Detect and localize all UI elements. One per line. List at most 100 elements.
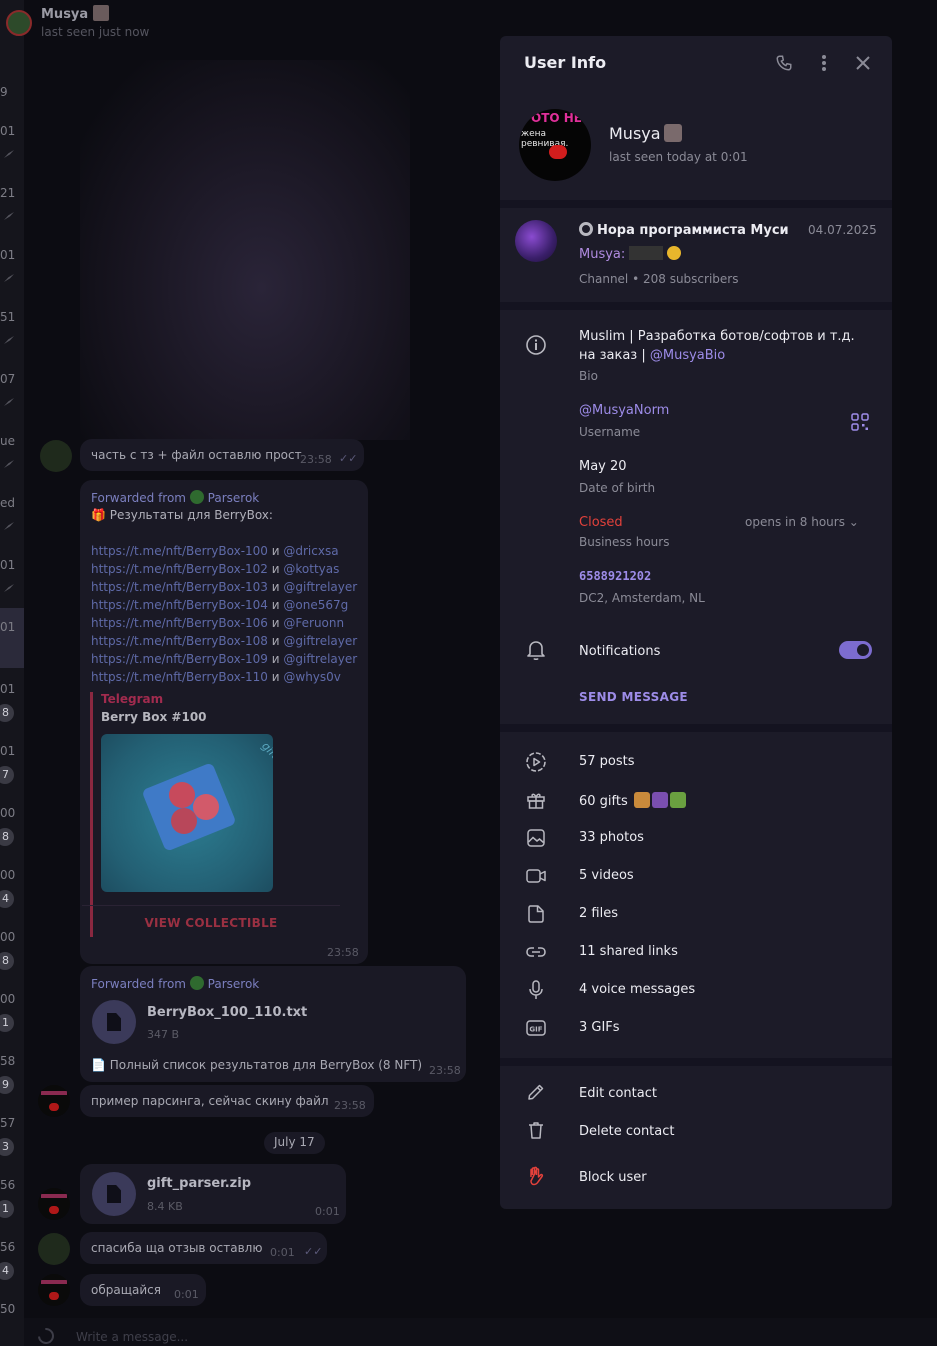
phone-number[interactable]: 6588921202	[579, 569, 651, 583]
message-composer[interactable]: Write a message...	[24, 1318, 937, 1346]
media-links[interactable]: 11 shared links	[500, 936, 892, 968]
avatar[interactable]	[38, 1085, 70, 1117]
message-bubble[interactable]: обращайся 0:01	[80, 1274, 206, 1306]
nft-link[interactable]: https://t.me/nft/BerryBox-102	[91, 562, 268, 576]
nft-link[interactable]: https://t.me/nft/BerryBox-100	[91, 544, 268, 558]
nft-link[interactable]: https://t.me/nft/BerryBox-106	[91, 616, 268, 630]
user-mention[interactable]: @giftrelayer	[283, 580, 357, 594]
chat-list-time: 50	[0, 1302, 16, 1316]
channel-name[interactable]: Нора программиста Муси	[579, 222, 789, 238]
media-videos[interactable]: 5 videos	[500, 860, 892, 892]
nft-link[interactable]: https://t.me/nft/BerryBox-110	[91, 670, 268, 684]
message-time: 0:01	[174, 1288, 199, 1301]
business-hours-status[interactable]: Closed	[579, 515, 623, 530]
forwarded-header[interactable]: Forwarded from Parserok	[91, 490, 259, 505]
user-mention[interactable]: @Feruonn	[283, 616, 344, 630]
close-icon[interactable]	[855, 55, 871, 71]
user-mention[interactable]: @kottyas	[283, 562, 339, 576]
section-divider	[500, 1058, 892, 1066]
notifications-toggle[interactable]	[839, 641, 872, 659]
user-mention[interactable]: @one567g	[283, 598, 348, 612]
user-info-panel: User Info ОТО НЕ жена ревнивая. Musya la…	[500, 36, 892, 1209]
avatar[interactable]	[6, 10, 32, 36]
channel-meta: Channel • 208 subscribers	[579, 272, 739, 286]
link-preview-card[interactable]: Telegram Berry Box #100 gift VIEW COLLEC…	[82, 692, 348, 937]
message-bubble[interactable]: спасиба ща отзыв оставлю 0:01 ✓✓	[80, 1232, 327, 1264]
user-mention[interactable]: @giftrelayer	[283, 634, 357, 648]
forwarded-source[interactable]: Parserok	[208, 491, 260, 505]
message-bubble[interactable]: пример парсинга, сейчас скину файл 23:58	[80, 1085, 374, 1117]
media-label: 3 GIFs	[579, 1020, 620, 1035]
avatar[interactable]	[38, 1188, 70, 1220]
user-mention[interactable]: @giftrelayer	[283, 652, 357, 666]
chat-list-time: 58	[0, 1054, 16, 1068]
edit-contact-button[interactable]: Edit contact	[579, 1086, 657, 1101]
file-name[interactable]: gift_parser.zip	[147, 1176, 251, 1191]
file-download-icon[interactable]	[92, 1000, 136, 1044]
media-gifs[interactable]: GIF 3 GIFs	[500, 1012, 892, 1044]
link-list: https://t.me/nft/BerryBox-100 и @dricxsa…	[91, 542, 357, 686]
view-collectible-button[interactable]: VIEW COLLECTIBLE	[82, 905, 340, 930]
forwarded-header[interactable]: Forwarded from Parserok	[91, 976, 259, 991]
profile-avatar[interactable]: ОТО НЕ жена ревнивая.	[519, 109, 591, 181]
message-time: 23:58	[429, 1064, 461, 1077]
chat-status: last seen just now	[41, 25, 150, 39]
unread-badge: 4	[0, 890, 14, 908]
more-icon[interactable]	[816, 54, 832, 72]
user-mention[interactable]: @dricxsa	[283, 544, 338, 558]
business-hours-label: Business hours	[579, 535, 670, 549]
chat-list-time: 00	[0, 868, 16, 882]
user-mention[interactable]: @whys0v	[283, 670, 341, 684]
media-posts[interactable]: 57 posts	[500, 746, 892, 778]
delete-contact-button[interactable]: Delete contact	[579, 1124, 675, 1139]
business-hours-note: opens in 8 hours	[745, 515, 845, 529]
section-divider	[500, 724, 892, 732]
file-download-icon[interactable]	[92, 1172, 136, 1216]
username-value[interactable]: @MusyaNorm	[579, 403, 669, 418]
svg-text:GIF: GIF	[529, 1026, 542, 1034]
chat-list-time: 56	[0, 1178, 16, 1192]
block-user-button[interactable]: Block user	[579, 1170, 647, 1185]
nft-gift-image[interactable]: gift	[101, 734, 273, 892]
send-message-button[interactable]: SEND MESSAGE	[579, 690, 688, 704]
channel-avatar[interactable]	[515, 220, 557, 262]
link-separator: и	[267, 634, 284, 648]
nft-link[interactable]: https://t.me/nft/BerryBox-103	[91, 580, 268, 594]
sticker-emoji-icon	[92, 5, 109, 21]
media-voice[interactable]: 4 voice messages	[500, 974, 892, 1006]
message-bubble[interactable]: часть с тз + файл оставлю прост 23:58 ✓✓	[80, 439, 364, 471]
media-photos[interactable]: 33 photos	[500, 822, 892, 854]
avatar[interactable]	[40, 440, 72, 472]
birth-date: May 20	[579, 459, 627, 474]
nft-link[interactable]: https://t.me/nft/BerryBox-109	[91, 652, 268, 666]
pin-icon	[4, 212, 14, 220]
business-hours-toggle[interactable]: opens in 8 hours ⌄	[745, 515, 859, 529]
avatar[interactable]	[38, 1233, 70, 1265]
forwarded-source[interactable]: Parserok	[208, 977, 260, 991]
media-label: 11 shared links	[579, 944, 678, 959]
forwarded-label: Forwarded from	[91, 977, 186, 991]
media-files[interactable]: 2 files	[500, 898, 892, 930]
chat-list-time: 57	[0, 1116, 16, 1130]
phone-icon[interactable]	[775, 54, 793, 72]
bio-link[interactable]: @MusyaBio	[650, 348, 725, 363]
media-label: 33 photos	[579, 830, 644, 845]
forwarded-message[interactable]: Forwarded from Parserok 🎁 Результаты для…	[80, 480, 368, 964]
file-size: 8.4 KB	[147, 1200, 183, 1213]
message-time: 0:01	[270, 1246, 295, 1259]
forwarded-file-message[interactable]: Forwarded from Parserok BerryBox_100_110…	[80, 966, 466, 1082]
media-gifts[interactable]: 60 gifts	[500, 784, 892, 816]
qr-code-icon[interactable]	[851, 413, 869, 431]
attach-icon[interactable]	[34, 1324, 58, 1346]
channel-last-message: Musya:	[579, 246, 682, 262]
nft-link[interactable]: https://t.me/nft/BerryBox-108	[91, 634, 268, 648]
file-message[interactable]: gift_parser.zip 8.4 KB 0:01	[80, 1164, 346, 1224]
file-name[interactable]: BerryBox_100_110.txt	[147, 1005, 307, 1020]
pin-icon	[4, 336, 14, 344]
link-row: https://t.me/nft/BerryBox-106 и @Feruonn	[91, 614, 357, 632]
nft-link[interactable]: https://t.me/nft/BerryBox-104	[91, 598, 268, 612]
message-input[interactable]: Write a message...	[76, 1330, 188, 1344]
pencil-icon	[528, 1084, 544, 1100]
avatar[interactable]	[38, 1274, 70, 1306]
chat-title[interactable]: Musya	[41, 5, 109, 22]
